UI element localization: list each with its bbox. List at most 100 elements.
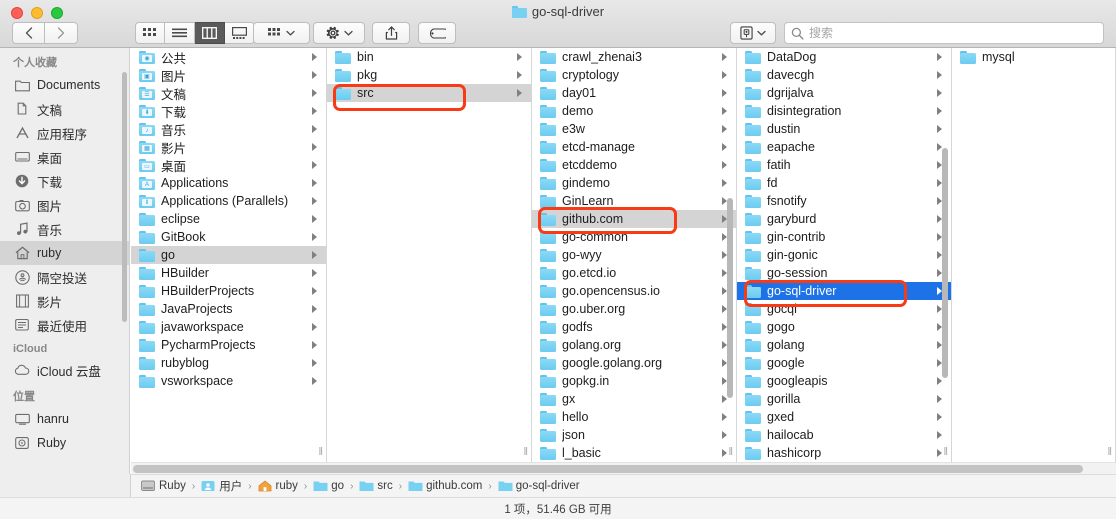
sidebar-item-文稿[interactable]: 文稿 (0, 97, 129, 121)
file-row[interactable]: fatih (737, 156, 951, 174)
file-row[interactable]: fsnotify (737, 192, 951, 210)
column-go[interactable]: bin pkg src ‖ (327, 48, 532, 462)
column-resize-handle[interactable]: ‖ (728, 446, 734, 458)
search-input[interactable] (809, 26, 1079, 40)
file-row[interactable]: javaworkspace (131, 318, 326, 336)
disclosure-arrow-icon[interactable] (312, 215, 320, 223)
sidebar-item-隔空投送[interactable]: 隔空投送 (0, 265, 129, 289)
file-row[interactable]: dustin (737, 120, 951, 138)
file-row[interactable]: hailocab (737, 426, 951, 444)
file-row[interactable]: demo (532, 102, 736, 120)
disclosure-arrow-icon[interactable] (937, 71, 945, 79)
disclosure-arrow-icon[interactable] (937, 431, 945, 439)
disclosure-arrow-icon[interactable] (722, 143, 730, 151)
file-row[interactable]: hello (532, 408, 736, 426)
file-row[interactable]: google.golang.org (532, 354, 736, 372)
file-row[interactable]: HBuilder (131, 264, 326, 282)
file-row[interactable]: gopkg.in (532, 372, 736, 390)
sidebar-item-图片[interactable]: 图片 (0, 193, 129, 217)
disclosure-arrow-icon[interactable] (937, 377, 945, 385)
file-row[interactable]: gxed (737, 408, 951, 426)
disclosure-arrow-icon[interactable] (937, 413, 945, 421)
column-github[interactable]: DataDog davecgh dgrijalva disintegration dus… (737, 48, 952, 462)
disclosure-arrow-icon[interactable] (312, 251, 320, 259)
file-row[interactable]: google (737, 354, 951, 372)
file-row[interactable]: JavaProjects (131, 300, 326, 318)
disclosure-arrow-icon[interactable] (722, 161, 730, 169)
disclosure-arrow-icon[interactable] (722, 89, 730, 97)
file-row[interactable]: go-sql-driver (737, 282, 951, 300)
disclosure-arrow-icon[interactable] (312, 125, 320, 133)
file-row[interactable]: etcd-manage (532, 138, 736, 156)
disclosure-arrow-icon[interactable] (312, 323, 320, 331)
file-row[interactable]: l_basic (532, 444, 736, 462)
dropbox-button[interactable] (730, 22, 776, 44)
file-row[interactable]: github.com (532, 210, 736, 228)
breadcrumb-item[interactable]: src (359, 480, 393, 492)
file-row[interactable]: gin-gonic (737, 246, 951, 264)
sidebar-item-应用程序[interactable]: 应用程序 (0, 121, 129, 145)
file-row[interactable]: davecgh (737, 66, 951, 84)
column-view-button[interactable] (195, 22, 225, 44)
disclosure-arrow-icon[interactable] (722, 431, 730, 439)
disclosure-arrow-icon[interactable] (517, 53, 525, 61)
arrange-button[interactable] (253, 22, 310, 44)
horizontal-scrollbar[interactable] (131, 462, 1116, 474)
file-row[interactable]: go-session (737, 264, 951, 282)
file-row[interactable]: eapache (737, 138, 951, 156)
disclosure-arrow-icon[interactable] (722, 71, 730, 79)
file-row[interactable]: day01 (532, 84, 736, 102)
back-button[interactable] (12, 22, 45, 44)
disclosure-arrow-icon[interactable] (517, 71, 525, 79)
disclosure-arrow-icon[interactable] (312, 377, 320, 385)
file-row[interactable]: godfs (532, 318, 736, 336)
disclosure-arrow-icon[interactable] (312, 143, 320, 151)
forward-button[interactable] (45, 22, 78, 44)
file-row[interactable]: HBuilderProjects (131, 282, 326, 300)
column-resize-handle[interactable]: ‖ (1107, 446, 1113, 458)
file-row[interactable]: go.etcd.io (532, 264, 736, 282)
column-resize-handle[interactable]: ‖ (318, 446, 324, 458)
disclosure-arrow-icon[interactable] (312, 287, 320, 295)
disclosure-arrow-icon[interactable] (937, 53, 945, 61)
sidebar-item-音乐[interactable]: 音乐 (0, 217, 129, 241)
disclosure-arrow-icon[interactable] (312, 197, 320, 205)
list-view-button[interactable] (165, 22, 195, 44)
file-row[interactable]: etcddemo (532, 156, 736, 174)
file-row[interactable]: ☰ 文稿 (131, 84, 326, 102)
column-go-sql-driver[interactable]: mysql ‖ (952, 48, 1116, 462)
file-row[interactable]: go.uber.org (532, 300, 736, 318)
column-scrollbar[interactable] (942, 148, 948, 378)
column-resize-handle[interactable]: ‖ (523, 446, 529, 458)
file-row[interactable]: ◉ 公共 (131, 48, 326, 66)
sidebar-item-hanru[interactable]: hanru (0, 407, 129, 431)
file-row[interactable]: ▣ 图片 (131, 66, 326, 84)
file-row[interactable]: gorilla (737, 390, 951, 408)
file-row[interactable]: go-common (532, 228, 736, 246)
horizontal-scrollbar-thumb[interactable] (133, 465, 1083, 473)
disclosure-arrow-icon[interactable] (722, 53, 730, 61)
file-row[interactable]: gin-contrib (737, 228, 951, 246)
file-row[interactable]: garyburd (737, 210, 951, 228)
sidebar-item-桌面[interactable]: 桌面 (0, 145, 129, 169)
file-row[interactable]: gindemo (532, 174, 736, 192)
file-row[interactable]: GinLearn (532, 192, 736, 210)
file-row[interactable]: go-wyy (532, 246, 736, 264)
disclosure-arrow-icon[interactable] (312, 359, 320, 367)
file-row[interactable]: cryptology (532, 66, 736, 84)
file-row[interactable]: ⬇ 下载 (131, 102, 326, 120)
sidebar-item-ruby[interactable]: ruby (0, 241, 129, 265)
file-row[interactable]: GitBook (131, 228, 326, 246)
file-row[interactable]: gogo (737, 318, 951, 336)
column-src[interactable]: crawl_zhenai3 cryptology day01 demo e3w etcd-… (532, 48, 737, 462)
disclosure-arrow-icon[interactable] (312, 107, 320, 115)
file-row[interactable]: bin (327, 48, 531, 66)
file-row[interactable]: mysql (952, 48, 1115, 66)
file-row[interactable]: ▭ 桌面 (131, 156, 326, 174)
disclosure-arrow-icon[interactable] (312, 305, 320, 313)
breadcrumb-item[interactable]: go-sql-driver (498, 480, 580, 492)
icon-view-button[interactable] (135, 22, 165, 44)
disclosure-arrow-icon[interactable] (722, 413, 730, 421)
sidebar-item-下载[interactable]: 下载 (0, 169, 129, 193)
file-row[interactable]: A Applications (131, 174, 326, 192)
